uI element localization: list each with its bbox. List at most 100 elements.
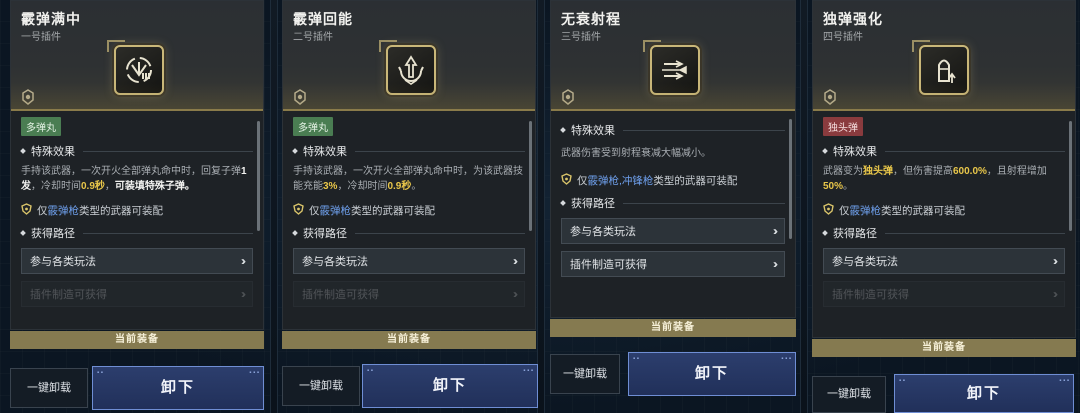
effect-text: ，冷却时间 (31, 181, 81, 192)
plugin-panel-3: 无衰射程 三号插件 特殊效果 武器伤害受到射程衰减大幅减小。 仅霰弹枪,冲锋枪类… (550, 0, 796, 413)
weapon-prefix: 仅 (37, 205, 48, 217)
plugin-title: 独弹强化 (823, 11, 883, 27)
weapon-types: 霰弹枪 (849, 205, 882, 217)
route-label: 插件制造可获得 (30, 289, 107, 301)
card-body: 特殊效果 武器伤害受到射程衰减大幅减小。 仅霰弹枪,冲锋枪 类型的武器可装配 获得… (551, 111, 795, 315)
plugin-card[interactable]: 独弹强化 四号插件 独头弹 特殊效果 武器变为独头弹，但伤害提高600.0%，且… (812, 0, 1076, 338)
plugin-slot: 三号插件 (561, 32, 601, 43)
button-decoration: ▪ ▪ (633, 356, 639, 362)
card-header: 霰弹回能 二号插件 (283, 1, 535, 111)
route-heading: 获得路径 (293, 225, 525, 241)
effect-description: 手持该武器，一次开火全部弹丸命中时，回复子弹1发，冷却时间0.9秒，可装填特殊子… (21, 164, 253, 194)
effect-text: 手持该武器，一次开火全部弹丸命中时，回复子弹 (21, 166, 241, 177)
scrollbar[interactable] (257, 121, 260, 231)
route-button[interactable]: 插件制造可获得 ›› (561, 251, 785, 277)
weapon-suffix: 类型的武器可装配 (881, 205, 965, 217)
card-header: 无衰射程 三号插件 (551, 1, 795, 111)
double-chevron-right-icon: ›› (773, 257, 778, 271)
panel-divider (537, 0, 545, 413)
plugin-card[interactable]: 霰弹回能 二号插件 多弹丸 特殊效果 手持该武器，一次开火全部弹丸命中时，为该武… (282, 0, 536, 330)
effect-heading: 特殊效果 (293, 143, 525, 159)
weapon-restriction: 仅霰弹枪 类型的武器可装配 (293, 203, 525, 218)
effect-text: 。 (843, 181, 854, 192)
weapon-prefix: 仅 (309, 205, 320, 217)
card-header: 霰弹满中 一号插件 (11, 1, 263, 111)
plugin-panel-1: 霰弹满中 一号插件 多弹丸 特殊效果 手持该武器，一次开火全部弹丸命中时，回复子… (10, 0, 266, 413)
unload-label: 卸下 (966, 385, 1001, 402)
double-chevron-right-icon: ›› (1053, 254, 1058, 268)
equipped-status: 当前装备 (10, 331, 264, 349)
unload-button[interactable]: ▪ ▪ 卸下 ▪ ▪ ▪ (628, 352, 796, 396)
route-button[interactable]: 参与各类玩法 ›› (561, 218, 785, 244)
effect-value: 可装填特殊子弹。 (114, 181, 195, 192)
weapon-restriction: 仅霰弹枪,冲锋枪 类型的武器可装配 (561, 173, 785, 188)
double-chevron-right-icon: ›› (773, 224, 778, 238)
plugin-card[interactable]: 无衰射程 三号插件 特殊效果 武器伤害受到射程衰减大幅减小。 仅霰弹枪,冲锋枪类… (550, 0, 796, 318)
shield-icon (21, 203, 32, 218)
double-chevron-right-icon: ›› (241, 254, 246, 268)
plugin-title: 霰弹满中 (21, 11, 81, 27)
unload-all-button[interactable]: 一键卸载 (282, 366, 360, 406)
unload-label: 卸下 (694, 365, 729, 382)
route-label: 插件制造可获得 (570, 259, 647, 271)
unload-button[interactable]: ▪ ▪ 卸下 ▪ ▪ ▪ (92, 366, 264, 410)
double-chevron-right-icon: ›› (513, 287, 518, 301)
unload-button[interactable]: ▪ ▪ 卸下 ▪ ▪ ▪ (362, 364, 538, 408)
gear-icon (20, 89, 36, 110)
weapon-types: 霰弹枪,冲锋枪 (587, 175, 654, 187)
effect-value: 0.9秒 (81, 181, 105, 192)
scrollbar[interactable] (529, 121, 532, 231)
ammo-type-tag: 多弹丸 (293, 117, 333, 136)
plugin-panel-4: 独弹强化 四号插件 独头弹 特殊效果 武器变为独头弹，但伤害提高600.0%，且… (812, 0, 1076, 413)
unload-button[interactable]: ▪ ▪ 卸下 ▪ ▪ ▪ (894, 374, 1074, 413)
route-label: 参与各类玩法 (30, 256, 96, 268)
effect-text: ，冷却时间 (337, 181, 388, 192)
scrollbar[interactable] (789, 119, 792, 239)
weapon-suffix: 类型的武器可装配 (351, 205, 435, 217)
effect-heading: 特殊效果 (561, 122, 785, 138)
gear-icon (292, 89, 308, 110)
energy-return-icon (379, 40, 436, 95)
effect-value: 独头弹 (863, 166, 893, 177)
long-range-icon (643, 40, 700, 95)
route-button[interactable]: 插件制造可获得 ›› (21, 281, 253, 307)
route-button[interactable]: 插件制造可获得 ›› (823, 281, 1065, 307)
button-decoration: ▪ ▪ (367, 368, 373, 374)
unload-label: 卸下 (432, 377, 467, 394)
weapon-types: 霰弹枪 (47, 205, 80, 217)
gear-icon (822, 89, 838, 110)
effect-text: ，且射程增加 (986, 166, 1047, 177)
plugin-slot: 二号插件 (293, 32, 333, 43)
route-label: 插件制造可获得 (832, 289, 909, 301)
effect-description: 武器伤害受到射程衰减大幅减小。 (561, 148, 711, 159)
route-button[interactable]: 插件制造可获得 ›› (293, 281, 525, 307)
unload-all-button[interactable]: 一键卸载 (10, 368, 88, 408)
route-button[interactable]: 参与各类玩法 ›› (293, 248, 525, 274)
double-chevron-right-icon: ›› (513, 254, 518, 268)
panel-divider (270, 0, 278, 413)
route-label: 参与各类玩法 (570, 226, 636, 238)
weapon-suffix: 类型的武器可装配 (653, 175, 738, 187)
scrollbar[interactable] (1069, 121, 1072, 231)
effect-value: 0.9秒 (387, 181, 412, 192)
weapon-prefix: 仅 (839, 205, 850, 217)
panel-divider (800, 0, 808, 413)
unload-all-button[interactable]: 一键卸载 (550, 354, 620, 394)
plugin-card[interactable]: 霰弹满中 一号插件 多弹丸 特殊效果 手持该武器，一次开火全部弹丸命中时，回复子… (10, 0, 264, 330)
route-button[interactable]: 参与各类玩法 ›› (823, 248, 1065, 274)
card-body: 多弹丸 特殊效果 手持该武器，一次开火全部弹丸命中时，为该武器技能充能3%，冷却… (283, 111, 535, 311)
route-button[interactable]: 参与各类玩法 ›› (21, 248, 253, 274)
effect-text: 。 (411, 181, 422, 192)
effect-text: 武器变为 (823, 166, 863, 177)
button-decoration: ▪ ▪ ▪ (781, 356, 791, 362)
effect-value: 600.0% (953, 166, 987, 177)
unload-all-button[interactable]: 一键卸载 (812, 376, 886, 413)
shield-icon (293, 203, 304, 218)
unload-label: 卸下 (160, 379, 195, 396)
ammo-type-tag: 独头弹 (823, 117, 863, 136)
effect-heading: 特殊效果 (823, 143, 1065, 159)
spread-burst-icon (107, 40, 164, 95)
card-body: 独头弹 特殊效果 武器变为独头弹，但伤害提高600.0%，且射程增加50%。 仅… (813, 111, 1075, 319)
gear-icon (560, 89, 576, 110)
effect-description: 手持该武器，一次开火全部弹丸命中时，为该武器技能充能3%，冷却时间0.9秒。 (293, 164, 525, 194)
